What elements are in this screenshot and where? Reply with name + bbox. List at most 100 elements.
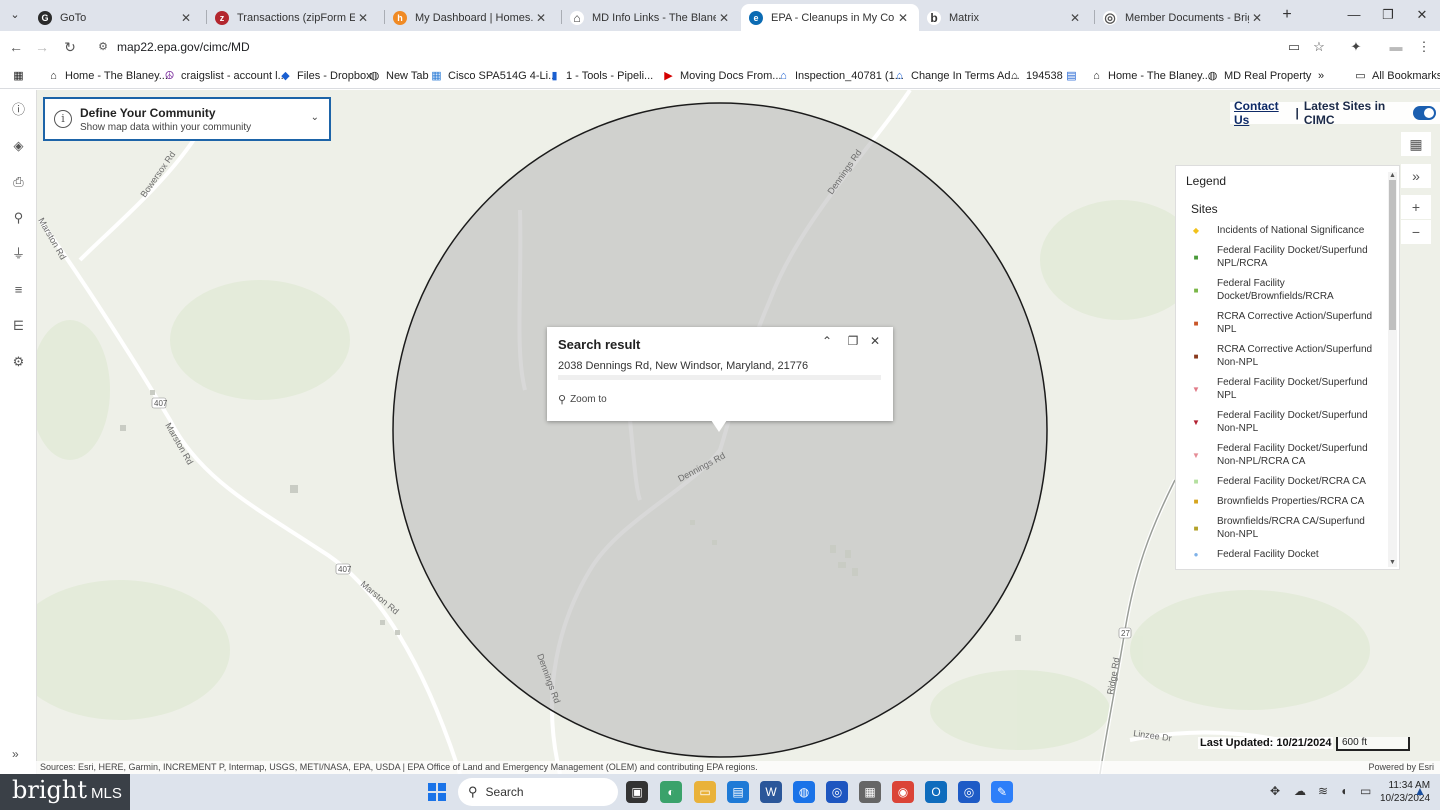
more-bookmarks-chevron-icon[interactable]: » — [1318, 67, 1324, 85]
home-outline-icon: ⌂ — [896, 69, 903, 82]
filter-list-icon[interactable]: ≡ — [9, 280, 28, 299]
close-tab-icon[interactable]: ✕ — [355, 11, 371, 25]
tab-matrix[interactable]: b Matrix ✕ — [919, 4, 1091, 31]
bookmark-item[interactable]: ◍ New Tab — [368, 67, 429, 85]
tab-goto[interactable]: G GoTo ✕ — [30, 4, 202, 31]
scroll-down-icon[interactable]: ▼ — [1388, 559, 1397, 567]
all-bookmarks[interactable]: ▭ All Bookmarks — [1354, 67, 1440, 85]
home-favicon-icon: ⌂ — [570, 10, 584, 25]
word-icon[interactable]: W — [760, 781, 782, 803]
bookmark-item[interactable]: ◆ Files - Dropbox — [279, 67, 371, 85]
tab-member-docs[interactable]: ◎ Member Documents - Bright M ✕ — [1095, 4, 1273, 31]
legend-scrollbar[interactable]: ▲ ▼ — [1388, 172, 1397, 567]
link-icon[interactable]: ⚲ — [9, 208, 28, 227]
basemap-gallery-icon[interactable]: ▦ — [1401, 132, 1431, 156]
install-app-icon[interactable]: ▭ — [1286, 39, 1302, 55]
collapse-legend-icon[interactable]: » — [1401, 164, 1431, 188]
info-icon[interactable]: ⓘ — [9, 100, 28, 119]
extensions-icon[interactable]: ✦ — [1348, 39, 1364, 55]
cloud-icon[interactable]: ☁ — [1294, 784, 1306, 798]
tab-epa[interactable]: e EPA - Cleanups in My Commun ✕ — [741, 4, 919, 31]
app-icon[interactable]: ◎ — [958, 781, 980, 803]
window-close-icon[interactable]: ✕ — [1412, 5, 1432, 25]
bookmark-star-icon[interactable]: ☆ — [1311, 39, 1327, 55]
legend-scroll-thumb[interactable] — [1389, 180, 1396, 330]
reload-icon[interactable]: ↻ — [61, 38, 79, 56]
app-icon[interactable]: ◍ — [793, 781, 815, 803]
filter-icon[interactable]: ⏚ — [9, 244, 28, 263]
volume-icon[interactable]: ◖ — [1340, 784, 1347, 798]
define-community-panel[interactable]: i Define Your Community Show map data wi… — [43, 97, 331, 141]
dock-icon[interactable]: ❐ — [844, 332, 862, 350]
bookmark-item[interactable]: ▤ — [1065, 67, 1083, 85]
zoom-to-label: Zoom to — [570, 394, 607, 405]
notification-bell-icon[interactable]: ▲ — [1414, 784, 1426, 798]
close-icon[interactable]: ✕ — [866, 332, 884, 350]
bookmark-item[interactable]: ⌂ Home - The Blaney... — [1090, 67, 1211, 85]
windows-start-icon[interactable] — [428, 783, 446, 801]
battery-icon[interactable]: ▭ — [1360, 784, 1371, 798]
close-tab-icon[interactable]: ✕ — [178, 11, 194, 25]
copilot-icon[interactable]: ◐ — [660, 781, 682, 803]
bookmark-item[interactable]: ⌂ Inspection_40781 (1... — [777, 67, 904, 85]
wifi-icon[interactable]: ≋ — [1318, 784, 1328, 798]
bookmark-item[interactable]: ☮ craigslist - account l... — [163, 67, 287, 85]
profile-icon[interactable]: ▬ — [1388, 39, 1404, 55]
latest-sites-toggle[interactable] — [1412, 106, 1436, 120]
bookmark-item[interactable]: ◍ MD Real Property — [1206, 67, 1312, 85]
back-arrow-icon[interactable]: ← — [7, 38, 25, 56]
new-tab-plus-icon[interactable]: + — [1278, 6, 1296, 24]
gear-icon[interactable]: ⚙ — [9, 352, 28, 371]
site-settings-icon[interactable]: ⚙ — [96, 40, 110, 54]
tab-homes[interactable]: h My Dashboard | Homes.com ✕ — [385, 4, 557, 31]
collapse-chevron-up-icon[interactable]: ⌃ — [818, 332, 836, 350]
tray-apps-icon[interactable]: ✥ — [1270, 784, 1280, 798]
browser-menu-icon[interactable]: ⋮ — [1416, 39, 1432, 55]
task-view-icon[interactable]: ▣ — [626, 781, 648, 803]
tab-zipform[interactable]: z Transactions (zipForm Edition) | ✕ — [207, 4, 379, 31]
bookmark-item[interactable]: ⌂ Change In Terms Ad... — [893, 67, 1019, 85]
tab-md-info[interactable]: ⌂ MD Info Links - The Blaney Gro ✕ — [562, 4, 740, 31]
legend-symbol-icon: ■ — [1193, 497, 1199, 506]
print-icon[interactable]: ⎙ — [9, 172, 28, 191]
address-bar[interactable]: ⚙ map22.epa.gov/cimc/MD — [90, 35, 1280, 59]
taskbar-search[interactable]: ⚲ Search — [458, 778, 618, 806]
file-explorer-icon[interactable]: ▭ — [694, 781, 716, 803]
layers-icon[interactable]: ◈ — [9, 136, 28, 155]
contact-us-link[interactable]: Contact Us — [1234, 99, 1291, 127]
apps-grid-icon[interactable]: ▦ — [12, 67, 30, 85]
bookmark-item[interactable]: ▮ 1 - Tools - Pipeli... — [548, 67, 653, 85]
expand-left-panel-icon[interactable]: » — [12, 747, 19, 761]
bookmark-item[interactable]: ▦ Cisco SPA514G 4-Li... — [430, 67, 557, 85]
outlook-icon[interactable]: O — [925, 781, 947, 803]
zoom-to-button[interactable]: ⚲ Zoom to — [558, 393, 607, 406]
bookmark-item[interactable]: ⌂ Home - The Blaney... — [47, 67, 168, 85]
zoom-in-icon[interactable]: + — [1401, 195, 1431, 219]
close-tab-icon[interactable]: ✕ — [533, 11, 549, 25]
minimize-icon[interactable]: — — [1344, 5, 1364, 25]
zoom-out-icon[interactable]: − — [1401, 220, 1431, 244]
close-tab-icon[interactable]: ✕ — [895, 11, 911, 25]
scroll-up-icon[interactable]: ▲ — [1388, 172, 1397, 180]
latest-sites-label: Latest Sites in CIMC — [1303, 99, 1386, 127]
app-icon[interactable]: ◎ — [826, 781, 848, 803]
document-icon: ▤ — [1066, 69, 1077, 82]
legend-item: ● Federal Facility Docket — [1191, 548, 1381, 561]
homes-favicon-icon: h — [393, 10, 407, 25]
chevron-down-icon[interactable]: ⌄ — [311, 112, 319, 123]
close-tab-icon[interactable]: ✕ — [716, 11, 732, 25]
restore-icon[interactable]: ❐ — [1378, 5, 1398, 25]
close-tab-icon[interactable]: ✕ — [1067, 11, 1083, 25]
tab-search-chevron-icon[interactable]: ⌄ — [6, 7, 24, 23]
bookmark-item[interactable]: ⌂ 194538 — [1008, 67, 1063, 85]
forward-arrow-icon[interactable]: → — [33, 38, 51, 56]
bookmark-item[interactable]: ▶ Moving Docs From... — [662, 67, 781, 85]
close-tab-icon[interactable]: ✕ — [1249, 11, 1265, 25]
chrome-icon[interactable]: ◉ — [892, 781, 914, 803]
calculator-icon[interactable]: ▦ — [859, 781, 881, 803]
app-icon[interactable]: ✎ — [991, 781, 1013, 803]
popup-address: 2038 Dennings Rd, New Windsor, Maryland,… — [558, 360, 809, 372]
filter-settings-icon[interactable]: ⋿ — [9, 316, 28, 335]
app-icon[interactable]: ▤ — [727, 781, 749, 803]
powered-by-esri[interactable]: Powered by Esri — [1368, 761, 1434, 774]
